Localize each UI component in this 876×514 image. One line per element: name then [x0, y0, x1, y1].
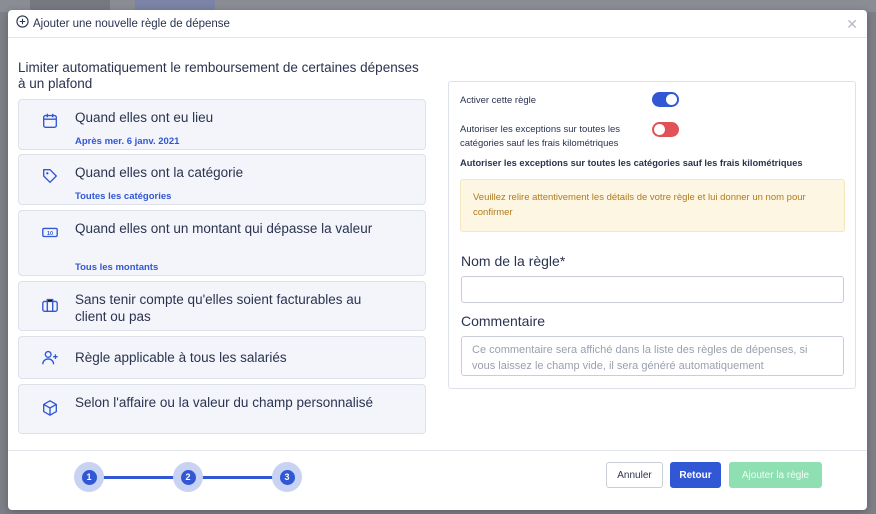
criteria-card-category[interactable]: Quand elles ont la catégorie Toutes les …	[18, 154, 426, 205]
step-2[interactable]: 2	[173, 462, 203, 492]
banknote-icon: 10	[41, 223, 61, 243]
criteria-value: Après mer. 6 janv. 2021	[75, 136, 180, 147]
exceptions-note: Autoriser les exceptions sur toutes les …	[460, 158, 803, 168]
plus-circle-icon	[16, 14, 29, 33]
criteria-value: Toutes les catégories	[75, 191, 172, 202]
comment-textarea[interactable]	[461, 336, 844, 376]
user-plus-icon	[41, 349, 61, 369]
criteria-label: Règle applicable à tous les salariés	[75, 350, 287, 365]
step-number: 2	[180, 469, 196, 485]
rule-settings-panel: Activer cette règle Autoriser les except…	[448, 81, 856, 389]
criteria-label: Sans tenir compte qu'elles soient factur…	[75, 292, 362, 324]
cube-icon	[41, 399, 61, 419]
criteria-label: Quand elles ont un montant qui dépasse l…	[75, 221, 373, 236]
footer-divider	[8, 450, 867, 451]
criteria-label: Selon l'affaire ou la valeur du champ pe…	[75, 395, 374, 410]
criteria-value: Tous les montants	[75, 262, 159, 273]
confirmation-warning: Veuillez relire attentivement les détail…	[460, 179, 845, 232]
step-number: 1	[81, 469, 97, 485]
tag-icon	[41, 167, 61, 187]
back-button[interactable]: Retour	[670, 462, 721, 488]
add-rule-modal: Ajouter une nouvelle règle de dépense ✕ …	[8, 10, 867, 510]
modal-title: Ajouter une nouvelle règle de dépense	[33, 17, 230, 30]
step-3[interactable]: 3	[272, 462, 302, 492]
modal-header: Ajouter une nouvelle règle de dépense	[8, 10, 867, 38]
close-icon[interactable]: ✕	[846, 16, 858, 33]
criteria-label: Quand elles ont eu lieu	[75, 110, 214, 125]
criteria-card-custom-field[interactable]: Selon l'affaire ou la valeur du champ pe…	[18, 384, 426, 434]
criteria-card-employees[interactable]: Règle applicable à tous les salariés	[18, 336, 426, 379]
criteria-card-date[interactable]: Quand elles ont eu lieu Après mer. 6 jan…	[18, 99, 426, 150]
left-heading: Limiter automatiquement le remboursement…	[18, 60, 419, 91]
activate-rule-label: Activer cette règle	[460, 95, 537, 106]
rule-name-input[interactable]	[461, 276, 844, 303]
briefcase-icon	[41, 296, 61, 316]
rule-name-label: Nom de la règle*	[461, 253, 566, 269]
criteria-card-amount[interactable]: 10 Quand elles ont un montant qui dépass…	[18, 210, 426, 276]
exceptions-toggle[interactable]	[652, 122, 679, 137]
criteria-card-billable[interactable]: Sans tenir compte qu'elles soient factur…	[18, 281, 426, 331]
step-number: 3	[279, 469, 295, 485]
comment-label: Commentaire	[461, 313, 546, 329]
cancel-button[interactable]: Annuler	[606, 462, 663, 488]
step-1[interactable]: 1	[74, 462, 104, 492]
activate-rule-toggle[interactable]	[652, 92, 679, 107]
svg-text:10: 10	[47, 231, 53, 237]
calendar-icon	[41, 112, 61, 132]
exceptions-label: Autoriser les exceptions sur toutes les …	[460, 124, 620, 149]
add-rule-button[interactable]: Ajouter la règle	[729, 462, 822, 488]
criteria-label: Quand elles ont la catégorie	[75, 165, 244, 180]
